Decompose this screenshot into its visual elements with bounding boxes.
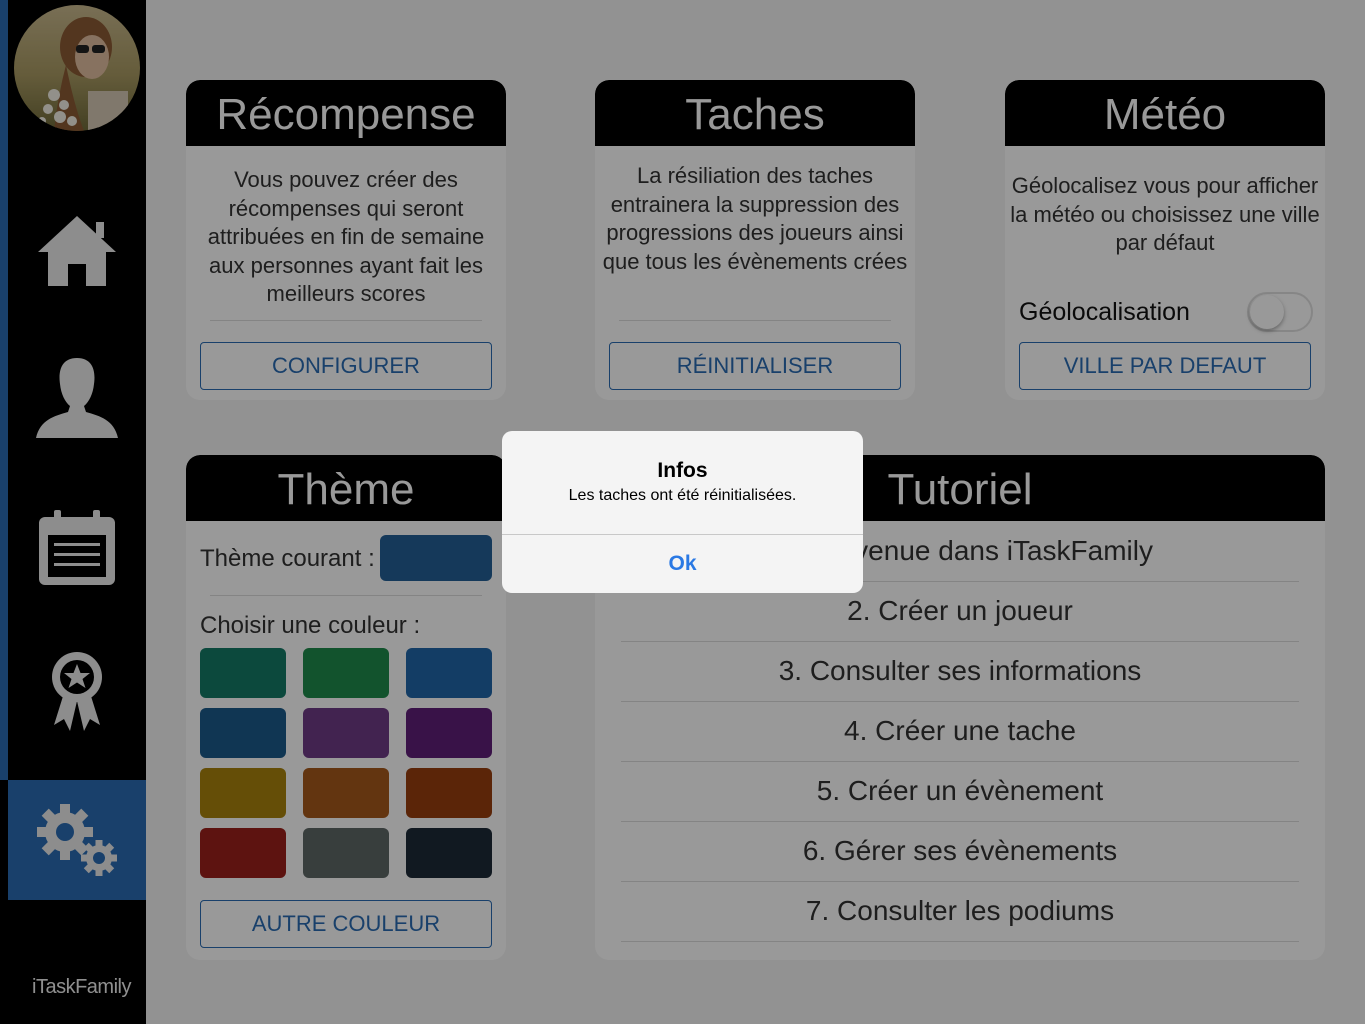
alert-title: Infos (657, 459, 708, 482)
alert-message: Les taches ont été réinitialisées. (568, 487, 797, 504)
alert-dialog: Infos Les taches ont été réinitialisées.… (502, 431, 863, 593)
alert-ok-button[interactable]: Ok (502, 535, 863, 593)
app: iTaskFamily Récompense Vous pouvez créer… (0, 0, 1365, 1024)
